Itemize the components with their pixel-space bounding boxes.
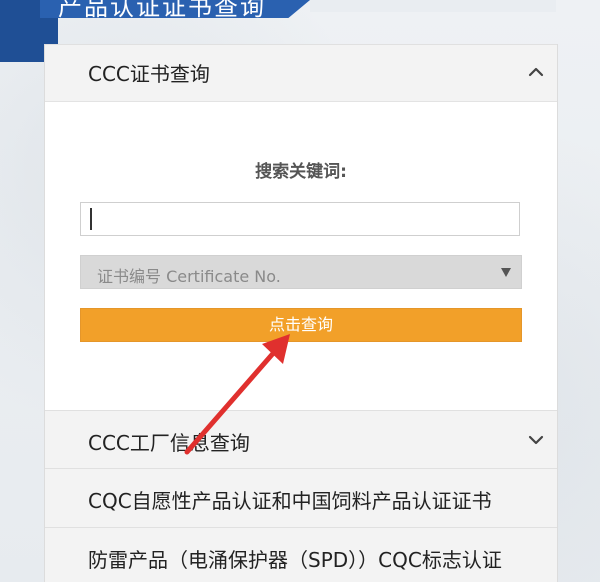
accordion-header-ccc-cert[interactable]: CCC证书查询 — [45, 44, 557, 102]
accordion-label: CCC证书查询 — [88, 62, 210, 86]
accordion-label: CQC自愿性产品认证和中国饲料产品认证证书 — [88, 489, 492, 513]
page-title: 产品认证证书查询 — [58, 0, 266, 18]
page-title-bar: 产品认证证书查询 — [40, 0, 310, 18]
accordion-label: 防雷产品（电涌保护器（SPD））CQC标志认证 — [88, 548, 502, 572]
accordion-label: CCC工厂信息查询 — [88, 431, 250, 455]
text-caret — [90, 208, 92, 230]
top-bar-right — [310, 0, 556, 12]
chevron-down-icon[interactable] — [527, 433, 545, 447]
keyword-label: 搜索关键词: — [255, 162, 347, 182]
search-button[interactable]: 点击查询 — [80, 308, 522, 342]
accordion-header-lightning[interactable]: 防雷产品（电涌保护器（SPD））CQC标志认证 — [45, 527, 557, 582]
select-value: 证书编号 Certificate No. — [97, 267, 281, 286]
query-panel: CCC证书查询 搜索关键词: 证书编号 Certificate No. 点击查询… — [44, 44, 558, 582]
chevron-up-icon[interactable] — [527, 65, 545, 79]
keyword-input[interactable] — [80, 202, 520, 236]
accordion-header-cqc-voluntary[interactable]: CQC自愿性产品认证和中国饲料产品认证证书 — [45, 468, 557, 527]
accordion-header-ccc-factory[interactable]: CCC工厂信息查询 — [45, 410, 557, 468]
search-type-select[interactable]: 证书编号 Certificate No. — [80, 255, 522, 289]
dropdown-arrow-icon — [501, 268, 511, 277]
